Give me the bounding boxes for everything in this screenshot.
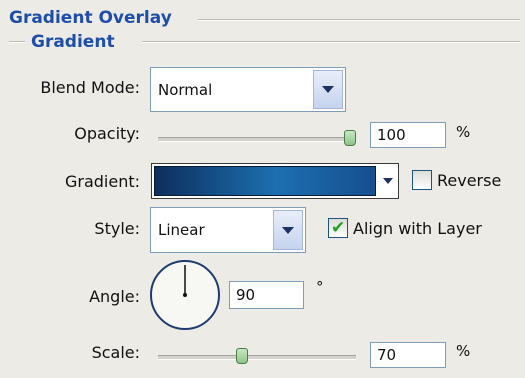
reverse-checkbox[interactable]: ✔ — [412, 170, 432, 190]
scale-label: Scale: — [91, 343, 140, 362]
style-label: Style: — [94, 219, 140, 238]
blend-mode-dropdown[interactable]: Normal — [150, 67, 346, 112]
style-dropdown-button[interactable] — [273, 210, 303, 250]
scale-input[interactable]: 70 — [370, 342, 446, 368]
align-with-layer-checkbox[interactable]: ✔ — [328, 218, 348, 238]
chevron-down-icon — [322, 86, 334, 93]
opacity-input[interactable]: 100 — [370, 122, 446, 148]
angle-center-dot — [183, 293, 187, 297]
blend-mode-label: Blend Mode: — [40, 78, 140, 97]
reverse-label[interactable]: Reverse — [437, 171, 501, 190]
style-dropdown[interactable]: Linear — [150, 207, 306, 253]
gradient-picker[interactable] — [151, 163, 399, 199]
checkmark-icon: ✔ — [331, 218, 346, 238]
opacity-slider-thumb[interactable] — [344, 130, 356, 146]
section-divider — [198, 19, 520, 21]
scale-slider-track[interactable] — [158, 355, 356, 360]
style-value: Linear — [158, 221, 205, 239]
opacity-unit: % — [456, 123, 471, 141]
subsection-divider-left — [9, 41, 25, 43]
chevron-down-icon — [282, 226, 294, 234]
angle-input[interactable]: 90 — [229, 281, 304, 309]
align-with-layer-label[interactable]: Align with Layer — [353, 219, 482, 238]
subsection-divider-right — [142, 41, 520, 43]
scale-unit: % — [456, 342, 471, 360]
scale-slider-thumb[interactable] — [236, 348, 248, 364]
opacity-slider-track[interactable] — [158, 137, 356, 142]
gradient-label: Gradient: — [64, 172, 140, 191]
opacity-label: Opacity: — [74, 124, 140, 143]
angle-dial[interactable] — [149, 259, 221, 331]
chevron-down-icon — [383, 178, 393, 184]
angle-label: Angle: — [89, 287, 140, 306]
gradient-dropdown-button[interactable] — [379, 165, 397, 197]
angle-unit: ° — [316, 278, 324, 296]
blend-mode-value: Normal — [158, 80, 213, 99]
subsection-title-gradient: Gradient — [31, 32, 115, 52]
blend-mode-dropdown-button[interactable] — [313, 70, 343, 109]
section-title-gradient-overlay: Gradient Overlay — [9, 8, 172, 28]
gradient-preview[interactable] — [154, 166, 376, 196]
